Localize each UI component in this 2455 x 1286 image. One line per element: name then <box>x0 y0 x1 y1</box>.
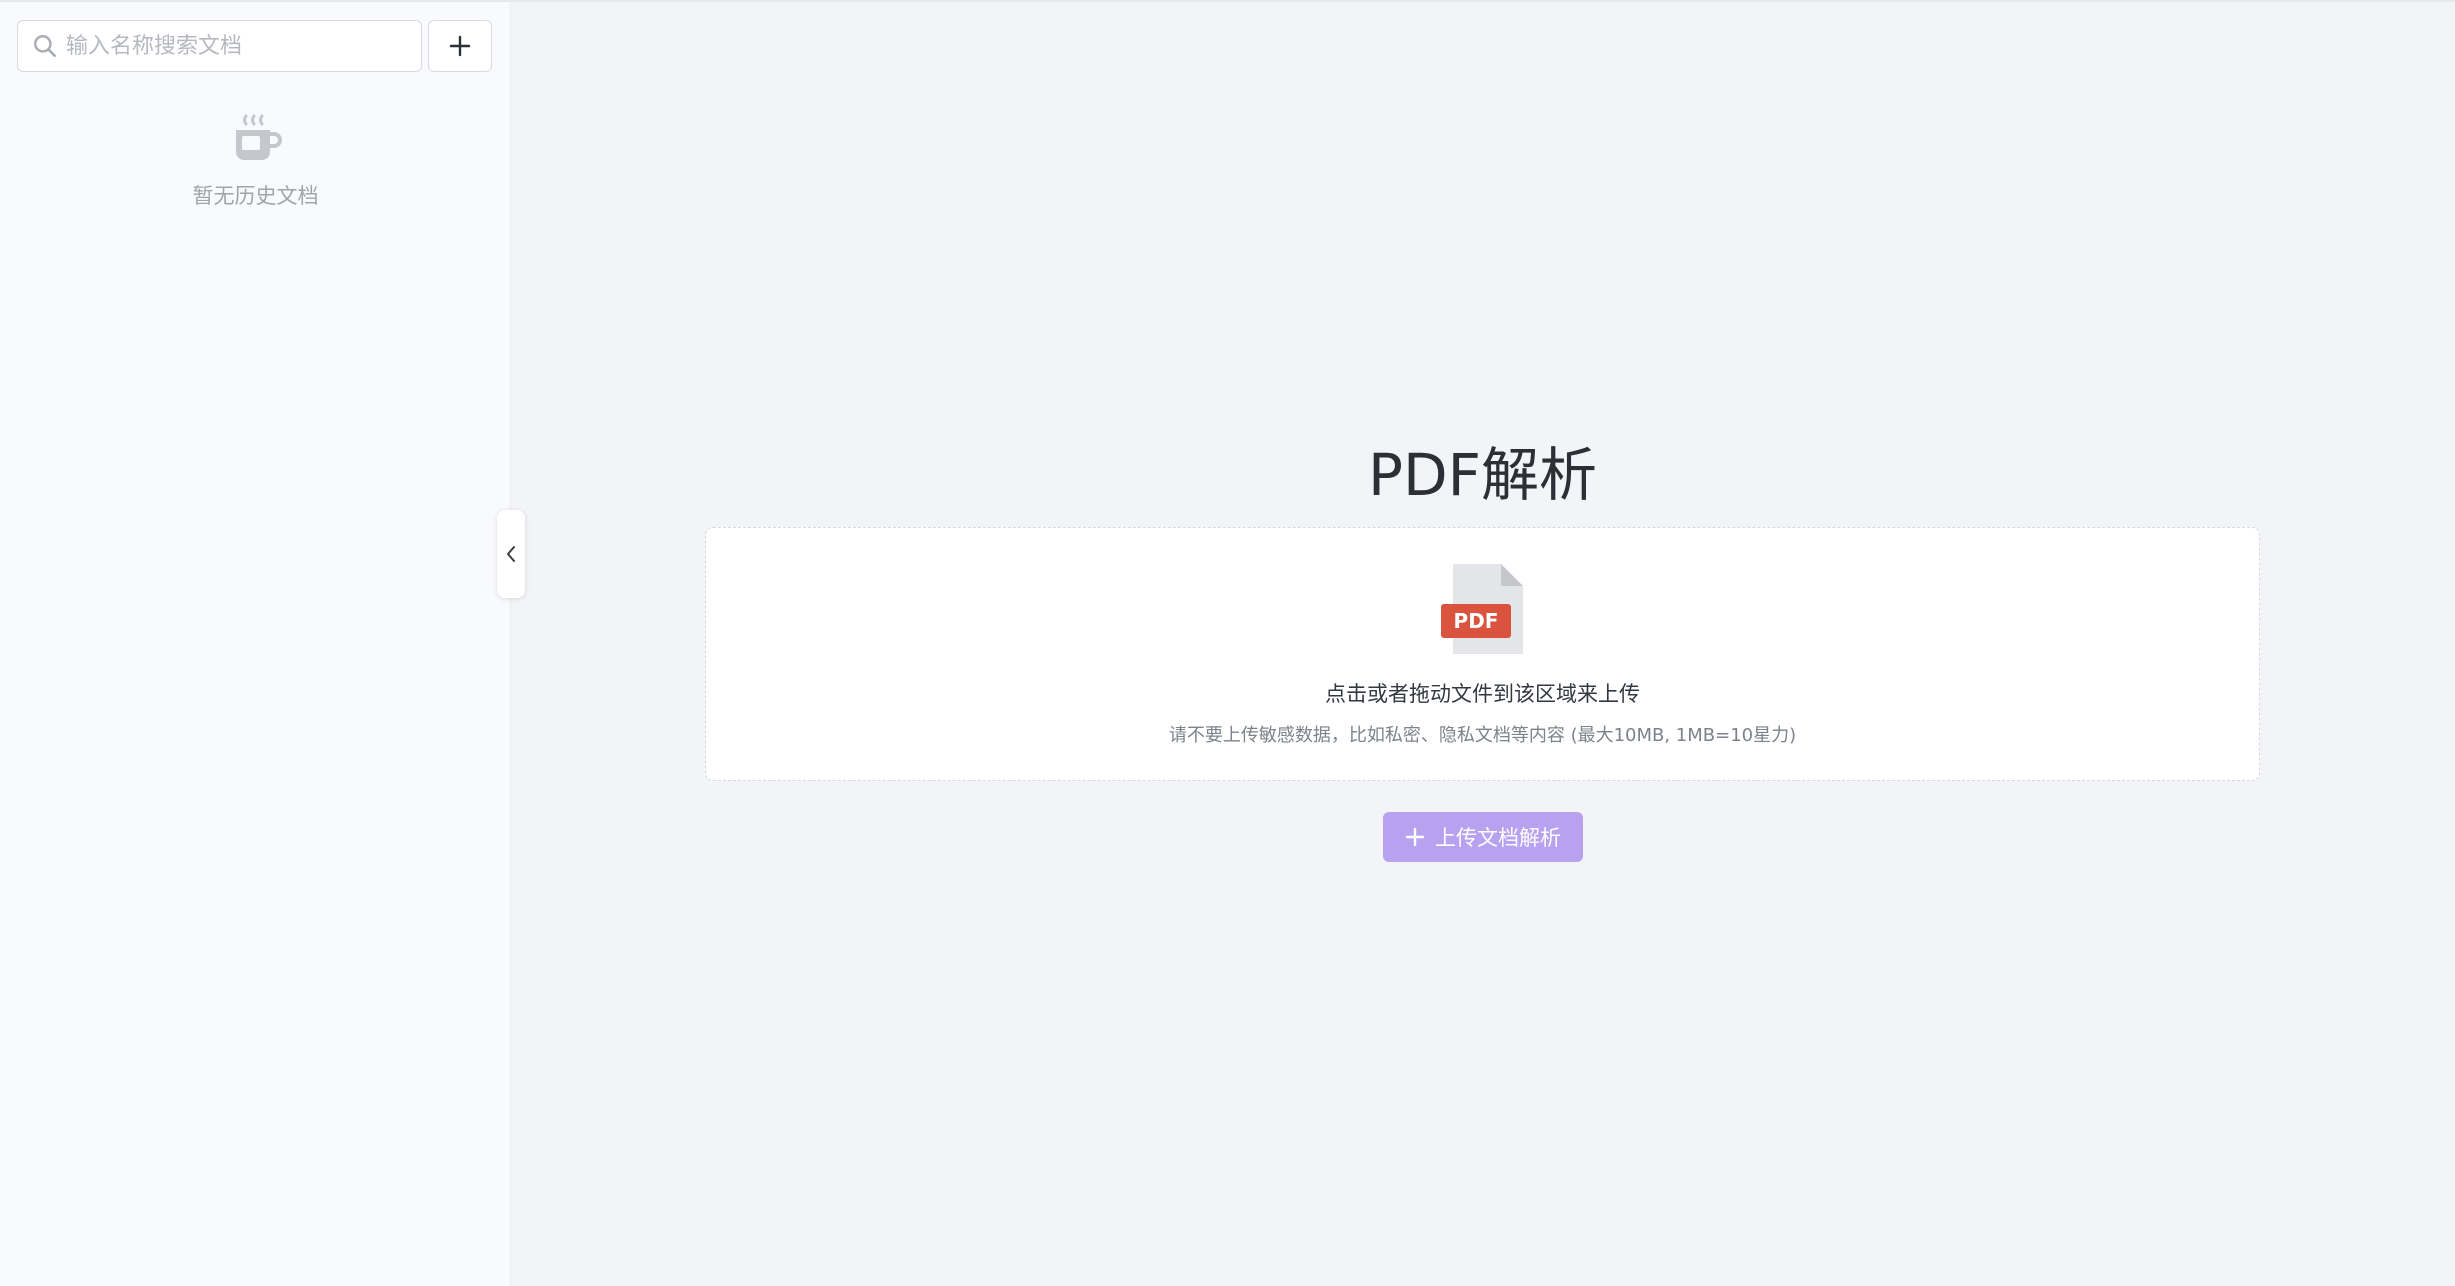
search-icon <box>34 35 57 58</box>
search-input[interactable] <box>66 33 406 59</box>
empty-history-text: 暂无历史文档 <box>192 184 319 208</box>
app-root: 暂无历史文档 PDF解析 PDF 点击或者拖动文件到该区域来上传 请不要上传敏感… <box>0 0 2455 1286</box>
empty-history: 暂无历史文档 <box>0 112 511 210</box>
pdf-file-icon: PDF <box>1441 564 1523 654</box>
page-title: PDF解析 <box>1368 441 1597 509</box>
plus-icon <box>449 35 471 57</box>
plus-icon <box>1405 827 1425 847</box>
upload-dropzone[interactable]: PDF 点击或者拖动文件到该区域来上传 请不要上传敏感数据，比如私密、隐私文档等… <box>705 527 2260 781</box>
upload-hint: 点击或者拖动文件到该区域来上传 <box>1325 682 1640 706</box>
pdf-badge-label: PDF <box>1454 609 1499 633</box>
add-document-button[interactable] <box>428 20 492 72</box>
chevron-left-icon <box>507 546 515 562</box>
sidebar-collapse-toggle[interactable] <box>497 510 525 598</box>
upload-note: 请不要上传敏感数据，比如私密、隐私文档等内容 (最大10MB, 1MB=10星力… <box>1168 725 1797 746</box>
upload-document-button[interactable]: 上传文档解析 <box>1383 812 1583 862</box>
coffee-cup-icon <box>235 114 282 160</box>
search-box[interactable] <box>17 20 422 72</box>
sidebar: 暂无历史文档 <box>0 2 511 1286</box>
upload-button-label: 上传文档解析 <box>1435 826 1561 850</box>
